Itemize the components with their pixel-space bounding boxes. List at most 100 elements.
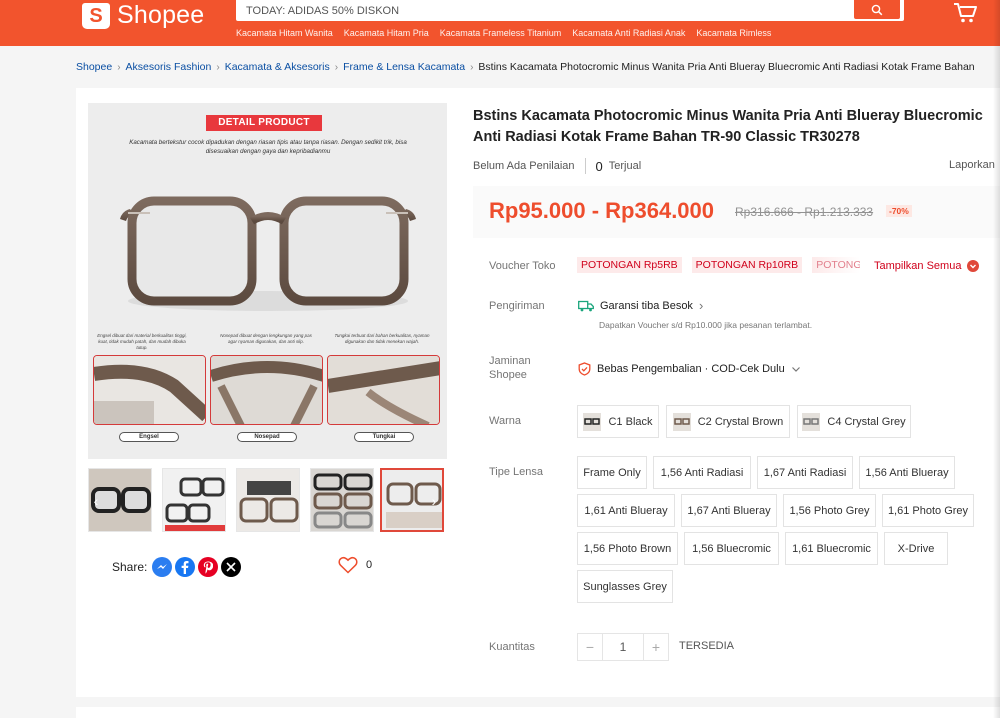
voucher-chip[interactable]: POTONGAN	[812, 257, 861, 273]
detail-product-badge: DETAIL PRODUCT	[206, 115, 322, 131]
cart-button[interactable]	[952, 1, 978, 30]
search-button[interactable]	[854, 0, 900, 19]
heart-icon	[338, 557, 358, 574]
caption-hinge: Engsel dibuat dari material berkualitas …	[97, 333, 187, 350]
messenger-icon[interactable]	[152, 557, 173, 577]
quantity-increment-button[interactable]: +	[643, 633, 669, 661]
logo-text: Shopee	[117, 1, 205, 29]
report-link[interactable]: Laporkan	[949, 159, 995, 171]
badge-text: PRODUCT	[258, 117, 310, 128]
color-option[interactable]: C2 Crystal Brown	[666, 405, 790, 438]
chevron-right-icon: ›	[216, 61, 220, 73]
badge-prefix: DETAIL	[218, 117, 259, 128]
zoom-hinge-image	[94, 356, 205, 424]
facebook-icon[interactable]	[175, 557, 196, 577]
breadcrumb-link[interactable]: Kacamata & Aksesoris	[225, 61, 330, 73]
thumbnail[interactable]	[310, 468, 374, 532]
show-all-vouchers[interactable]: Tampilkan Semua	[874, 260, 980, 272]
quantity-decrement-button[interactable]: −	[577, 633, 603, 661]
pinterest-icon[interactable]	[198, 557, 219, 577]
zoom-nosepad-image	[211, 356, 322, 424]
zoom-hinge	[93, 355, 206, 425]
quantity-input[interactable]: 1	[603, 633, 643, 661]
voucher-chip[interactable]: POTONGAN Rp10RB	[691, 257, 803, 273]
lens-option[interactable]: 1,56 Anti Blueray	[859, 456, 955, 489]
guarantee-label: Jaminan Shopee	[489, 355, 531, 381]
lens-option[interactable]: 1,61 Photo Grey	[882, 494, 974, 527]
thumbnail[interactable]	[236, 468, 300, 532]
lens-option[interactable]: 1,67 Anti Radiasi	[757, 456, 853, 489]
shipping-guarantee[interactable]: Garansi tiba Besok ›	[578, 298, 703, 313]
chevron-right-icon: ›	[470, 61, 474, 73]
price-box: Rp95.000 - Rp364.000 Rp316.666 - Rp1.213…	[473, 186, 1000, 238]
thumbnail-image	[237, 469, 299, 531]
breadcrumb-link[interactable]: Aksesoris Fashion	[126, 61, 212, 73]
like-count: 0	[366, 559, 373, 571]
lens-option[interactable]: 1,56 Bluecromic	[684, 532, 779, 565]
share-bar: Share:	[112, 557, 242, 577]
lens-option[interactable]: 1,56 Photo Brown	[577, 532, 678, 565]
lens-option[interactable]: 1,67 Anti Blueray	[681, 494, 777, 527]
lens-option[interactable]: 1,61 Anti Blueray	[577, 494, 675, 527]
price-original: Rp316.666 - Rp1.213.333	[735, 205, 874, 219]
thumbnail-prev-button[interactable]: ‹	[90, 492, 102, 510]
next-section-card	[76, 707, 1000, 718]
scroll-edge-shadow	[993, 0, 1000, 718]
option-label: C1 Black	[608, 415, 653, 428]
lens-option[interactable]: X-Drive	[884, 532, 948, 565]
pinterest-glyph	[204, 561, 214, 574]
lens-option[interactable]: Sunglasses Grey	[577, 570, 673, 603]
caption-nosepad: Nosepad dibuat dengan lengkungan yang pa…	[220, 333, 312, 344]
thumbnail[interactable]	[162, 468, 226, 532]
thumbnail-image	[163, 469, 225, 531]
chevron-right-icon: ›	[334, 61, 339, 73]
like-button[interactable]: 0	[338, 556, 372, 574]
breadcrumb-link[interactable]: Shopee	[76, 61, 112, 73]
quantity-label: Kuantitas	[489, 641, 535, 653]
product-title: Bstins Kacamata Photocromic Minus Wanita…	[473, 108, 983, 145]
thumbnail-next-button[interactable]: ›	[428, 492, 440, 510]
x-glyph	[226, 562, 236, 572]
chevron-down-icon	[791, 367, 800, 372]
sold-label: Terjual	[608, 160, 642, 172]
rating-text[interactable]: Belum Ada Penilaian	[473, 160, 575, 172]
option-label: C2 Crystal Brown	[697, 415, 784, 428]
cart-icon	[954, 3, 977, 23]
voucher-chip[interactable]: POTONGAN Rp5RB	[577, 257, 682, 273]
search-input[interactable]	[236, 0, 846, 21]
suggestion-link[interactable]: Kacamata Rimless	[696, 28, 771, 38]
price-current: Rp95.000 - Rp364.000	[489, 198, 715, 223]
search-icon	[871, 4, 883, 15]
breadcrumb-link[interactable]: Frame & Lensa Kacamata	[343, 61, 465, 73]
lens-label: Tipe Lensa	[489, 466, 544, 478]
zoom-label: Engsel	[119, 432, 179, 442]
lens-option[interactable]: 1,56 Photo Grey	[783, 494, 876, 527]
main-product-image[interactable]: DETAIL PRODUCT Kacamata bertekstur cocok…	[88, 103, 447, 459]
lens-option[interactable]: 1,56 Anti Radiasi	[653, 456, 751, 489]
option-label: C4 Crystal Grey	[827, 415, 906, 428]
swatch-thumbnail	[802, 412, 821, 431]
shipping-subtext: Dapatkan Voucher s/d Rp10.000 jika pesan…	[599, 320, 813, 330]
suggestion-link[interactable]: Kacamata Hitam Wanita	[236, 28, 333, 38]
suggestion-link[interactable]: Kacamata Hitam Pria	[344, 28, 429, 38]
swatch-image	[672, 412, 691, 431]
facebook-glyph	[181, 561, 189, 574]
shopee-logo[interactable]: S Shopee	[82, 1, 204, 30]
lens-option[interactable]: 1,61 Bluecromic	[785, 532, 878, 565]
color-option[interactable]: C1 Black	[577, 405, 659, 438]
guarantee-info[interactable]: Bebas Pengembalian · COD-Cek Dulu	[578, 362, 801, 376]
glasses-illustration	[120, 196, 416, 311]
x-icon[interactable]	[221, 557, 242, 577]
suggestion-link[interactable]: Kacamata Anti Radiasi Anak	[572, 28, 685, 38]
voucher-list: POTONGAN Rp5RB POTONGAN Rp10RB POTONGAN	[577, 257, 861, 273]
search-suggestions: Kacamata Hitam Wanita Kacamata Hitam Pri…	[236, 28, 771, 38]
color-label: Warna	[489, 415, 521, 427]
zoom-nosepad	[210, 355, 323, 425]
image-description: Kacamata bertekstur cocok dipadukan deng…	[129, 139, 407, 155]
lens-option[interactable]: Frame Only	[577, 456, 647, 489]
color-option[interactable]: C4 Crystal Grey	[797, 405, 911, 438]
suggestion-link[interactable]: Kacamata Frameless Titanium	[440, 28, 562, 38]
quantity-stepper: − 1 +	[577, 633, 669, 661]
guarantee-text: Bebas Pengembalian · COD-Cek Dulu	[597, 363, 785, 375]
voucher-label: Voucher Toko	[489, 260, 556, 272]
